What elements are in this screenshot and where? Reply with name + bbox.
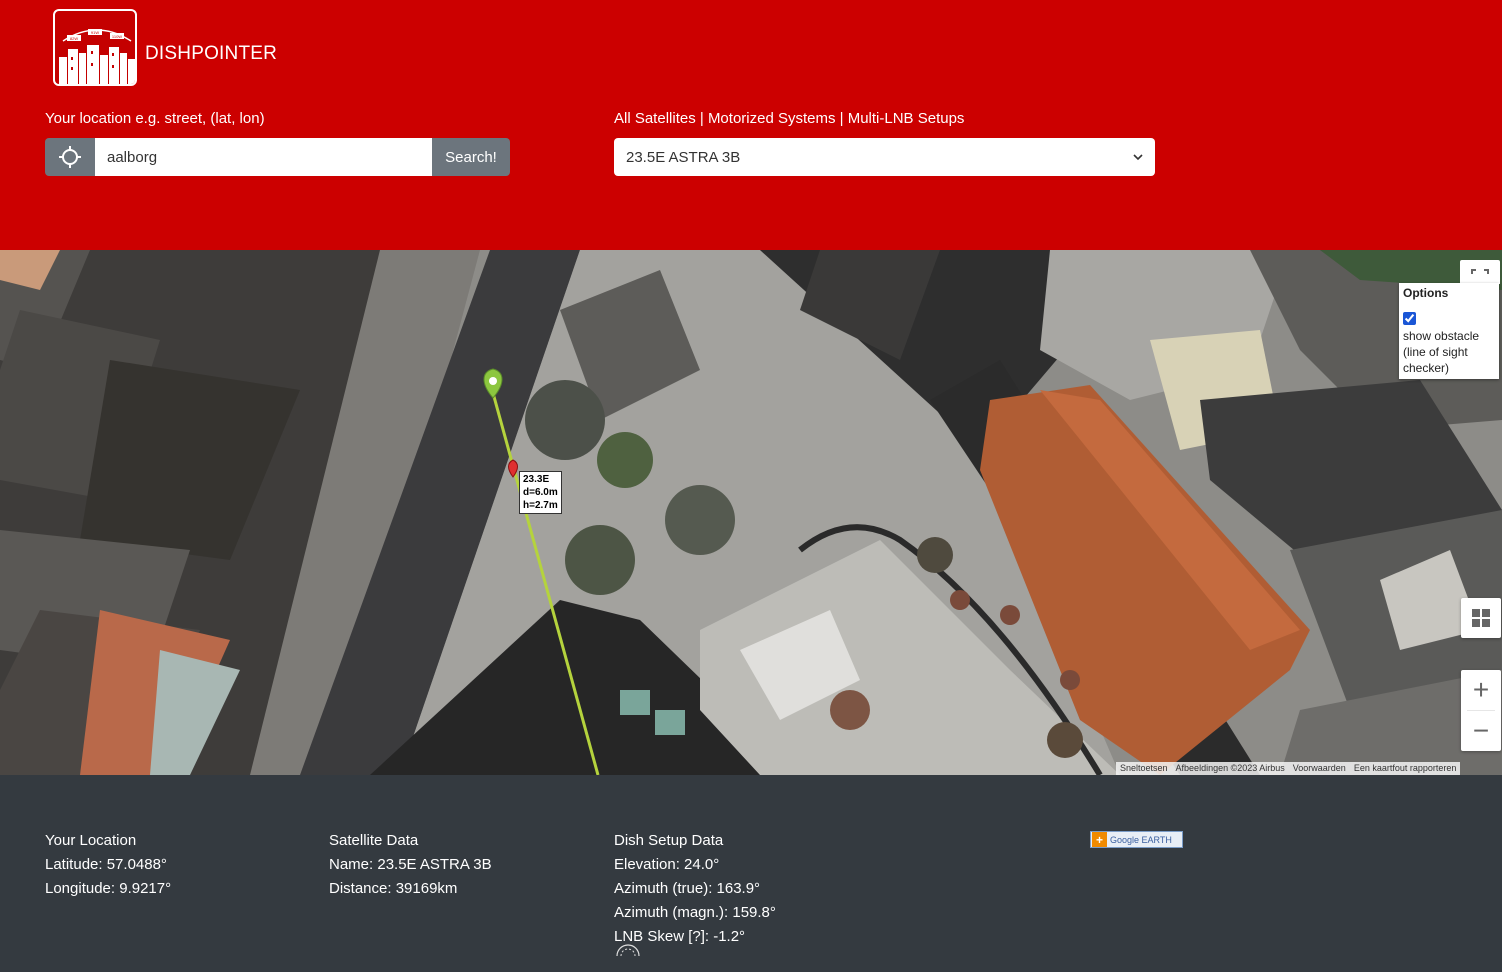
chevron-down-icon xyxy=(1133,154,1143,161)
multi-lnb-setups-link[interactable]: Multi-LNB Setups xyxy=(848,110,965,127)
google-earth-label: Google EARTH xyxy=(1110,834,1172,845)
location-label: Your location e.g. street, (lat, lon) xyxy=(45,110,265,127)
keyboard-shortcuts-link[interactable]: Sneltoetsen xyxy=(1116,762,1172,775)
options-panel: Options show obstacle (line of sight che… xyxy=(1399,283,1499,379)
header: 82W 91W 110W DISHPOINTER Your location e… xyxy=(0,0,1502,250)
dish-heading: Dish Setup Data xyxy=(614,832,724,849)
location-info: Your Location Latitude: 57.0488° Longitu… xyxy=(45,829,171,901)
obstacle-distance: d=6.0m xyxy=(523,487,558,498)
report-error-link[interactable]: Een kaartfout rapporteren xyxy=(1350,762,1461,775)
obstacle-height: h=2.7m xyxy=(523,500,558,511)
zoom-in-button[interactable]: + xyxy=(1461,670,1501,710)
satellite-select[interactable]: 23.5E ASTRA 3B xyxy=(614,138,1155,176)
plus-icon: + xyxy=(1092,832,1107,847)
longitude-value: Longitude: 9.9217° xyxy=(45,880,172,897)
dish-info: Dish Setup Data Elevation: 24.0° Azimuth… xyxy=(614,829,776,949)
locate-me-button[interactable] xyxy=(45,138,95,176)
satellite-heading: Satellite Data xyxy=(329,832,419,849)
logo-label-91w: 91W xyxy=(91,30,99,35)
show-obstacle-label: show obstacle (line of sight checker) xyxy=(1403,329,1480,375)
selected-satellite: 23.5E ASTRA 3B xyxy=(626,148,741,166)
layers-icon xyxy=(1472,609,1490,627)
location-heading: Your Location xyxy=(45,832,137,849)
elevation-value: Elevation: 24.0° xyxy=(614,856,720,873)
terms-link[interactable]: Voorwaarden xyxy=(1289,762,1350,775)
motorized-systems-link[interactable]: Motorized Systems xyxy=(708,110,836,127)
link-separator: | xyxy=(835,110,848,127)
zoom-out-button[interactable]: − xyxy=(1461,711,1501,751)
logo-label-82w: 82W xyxy=(70,36,78,41)
logo-label-110w: 110W xyxy=(112,34,122,39)
all-satellites-link[interactable]: All Satellites xyxy=(614,110,696,127)
obstacle-satellite: 23.3E xyxy=(523,474,550,485)
imagery-credit: Afbeeldingen ©2023 Airbus xyxy=(1175,763,1285,773)
skew-icon xyxy=(616,944,640,957)
crosshair-icon xyxy=(59,146,81,168)
aerial-imagery xyxy=(0,250,1502,775)
satellite-info: Satellite Data Name: 23.5E ASTRA 3B Dist… xyxy=(329,829,492,901)
latitude-value: Latitude: 57.0488° xyxy=(45,856,167,873)
map-type-button[interactable] xyxy=(1461,598,1501,638)
fullscreen-icon xyxy=(1471,269,1489,274)
options-title: Options xyxy=(1403,286,1449,300)
location-search-group: Search! xyxy=(45,138,510,176)
zoom-control: + − xyxy=(1461,670,1501,751)
dishpointer-logo[interactable]: 82W 91W 110W xyxy=(53,9,137,86)
brand-name[interactable]: DISHPOINTER xyxy=(145,43,277,65)
fullscreen-button[interactable] xyxy=(1460,260,1500,284)
location-search-input[interactable] xyxy=(95,138,432,176)
map-attribution: Sneltoetsen Afbeeldingen ©2023 Airbus Vo… xyxy=(1116,762,1461,775)
satellite-distance: Distance: 39169km xyxy=(329,880,458,897)
satellite-name: Name: 23.5E ASTRA 3B xyxy=(329,856,492,873)
obstacle-info-label: 23.3E d=6.0m h=2.7m xyxy=(519,471,562,514)
show-obstacle-checkbox[interactable] xyxy=(1403,312,1416,325)
google-earth-button[interactable]: + Google EARTH xyxy=(1090,831,1183,848)
search-button[interactable]: Search! xyxy=(432,138,510,176)
azimuth-magn-value: Azimuth (magn.): 159.8° xyxy=(614,904,776,921)
satellite-links: All Satellites | Motorized Systems | Mul… xyxy=(614,110,964,127)
azimuth-true-value: Azimuth (true): 163.9° xyxy=(614,880,761,897)
satellite-map[interactable]: 23.3E d=6.0m h=2.7m Options show obstacl… xyxy=(0,250,1502,775)
link-separator: | xyxy=(695,110,708,127)
